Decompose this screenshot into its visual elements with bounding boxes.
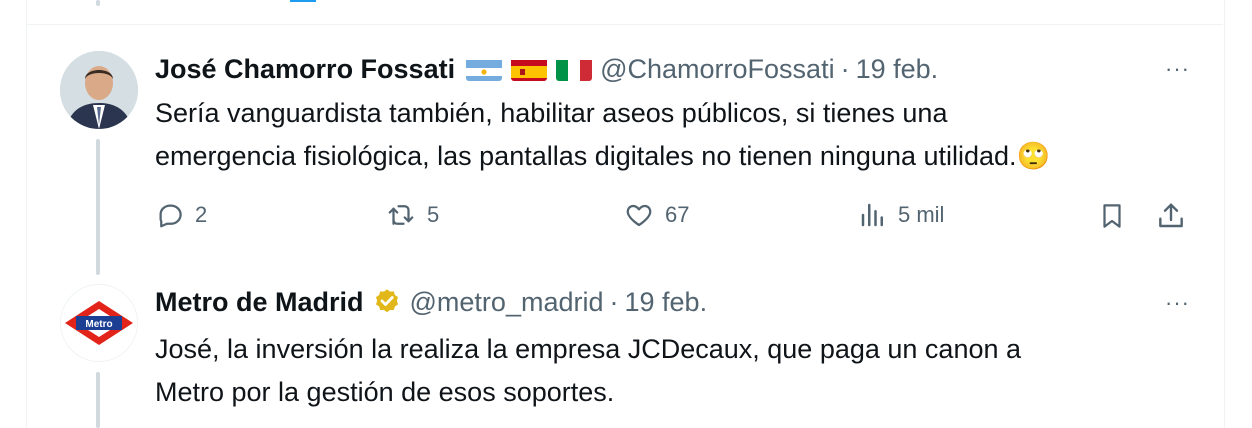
author-name[interactable]: Metro de Madrid — [155, 284, 364, 320]
share-icon — [1159, 203, 1183, 228]
author-handle[interactable]: @ChamorroFossati — [600, 51, 834, 87]
heart-icon — [626, 204, 652, 227]
bookmark-icon — [1103, 204, 1121, 228]
metro-madrid-logo-icon: Metro — [65, 301, 133, 345]
header-separator: · — [609, 287, 619, 317]
tweet-text: José, la inversión la realiza la empresa… — [155, 328, 1021, 414]
reply-count: 2 — [195, 202, 208, 227]
avatar-metro-madrid[interactable]: Metro — [60, 284, 138, 362]
previous-tweet-link-fragment — [290, 0, 316, 2]
tweet-text-line: Sería vanguardista también, habilitar as… — [155, 98, 948, 128]
views-button[interactable]: 5 mil — [858, 200, 944, 230]
italy-flag-icon — [556, 57, 593, 81]
thread-line-top — [96, 0, 100, 6]
retweet-icon — [388, 205, 414, 225]
author-name[interactable]: José Chamorro Fossati — [155, 51, 455, 87]
tweet-header: José Chamorro Fossati @ChamorroFossati ·… — [155, 51, 938, 87]
views-count: 5 mil — [898, 202, 945, 227]
tweet-text-line: José, la inversión la realiza la empresa… — [155, 334, 1022, 364]
eye-roll-emoji: 🙄 — [1016, 141, 1051, 171]
reply-button[interactable]: 2 — [155, 200, 207, 230]
profile-flags — [457, 57, 593, 81]
tweet-actions: 2 5 67 5 mil — [155, 200, 1195, 240]
spain-flag-icon — [511, 57, 548, 81]
retweet-count: 5 — [427, 202, 440, 227]
like-button[interactable]: 67 — [623, 200, 689, 230]
thread-line-bottom — [96, 372, 100, 428]
header-separator: · — [840, 54, 850, 84]
share-button[interactable] — [1155, 200, 1187, 232]
tweet-text-line: Metro por la gestión de esos soportes. — [155, 377, 615, 407]
retweet-button[interactable]: 5 — [385, 200, 439, 230]
avatar-jose[interactable] — [60, 51, 138, 129]
tweet-header: Metro de Madrid @metro_madrid · 19 feb. — [155, 284, 707, 320]
verified-badge-icon[interactable] — [372, 287, 402, 317]
tweet-text-line: emergencia fisiológica, las pantallas di… — [155, 141, 1017, 171]
tweet-divider — [27, 24, 1223, 25]
metro-logo-text: Metro — [85, 319, 112, 330]
author-handle[interactable]: @metro_madrid — [410, 284, 604, 320]
tweet-text: Sería vanguardista también, habilitar as… — [155, 92, 1050, 178]
reply-icon — [159, 204, 182, 228]
tweet-date[interactable]: 19 feb. — [856, 51, 939, 87]
thread-line — [96, 139, 100, 275]
argentina-flag-icon — [466, 57, 503, 81]
more-options-button[interactable]: ··· — [1165, 290, 1190, 316]
tweet-date[interactable]: 19 feb. — [625, 284, 708, 320]
views-chart-icon — [861, 203, 883, 227]
like-count: 67 — [665, 202, 690, 227]
more-options-button[interactable]: ··· — [1165, 56, 1190, 82]
bookmark-button[interactable] — [1097, 200, 1127, 232]
